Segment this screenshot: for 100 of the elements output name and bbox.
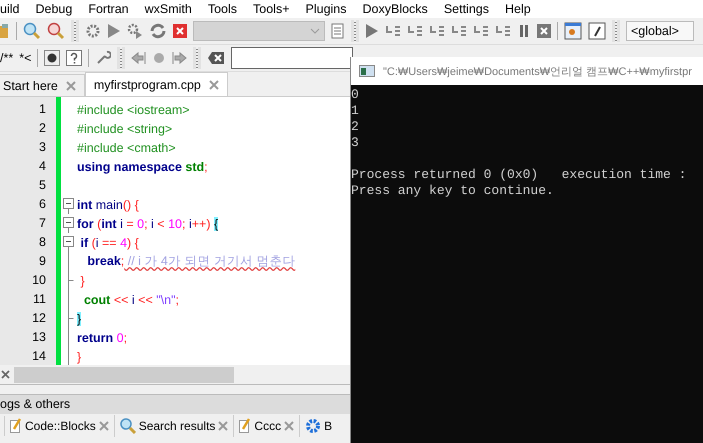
code-line: for (int i = 0; i < 10; i++) { [77,216,218,230]
toolbar-grip[interactable] [193,47,202,69]
console-output-line: 0 [351,87,360,103]
toolbar-grip[interactable] [117,47,126,69]
line-number: 4 [39,158,46,175]
wrench-icon[interactable] [95,50,112,66]
line-number: 7 [39,215,46,232]
step-icon[interactable] [385,23,401,39]
stop-icon[interactable] [537,24,551,38]
step-icon[interactable] [429,23,445,39]
close-icon[interactable] [208,80,219,90]
menu-item[interactable]: Fortran [88,2,129,16]
code-line: break; // i 가 4가 되면 거기서 멈춘다 [86,253,296,270]
code-line: return 0; [77,330,128,344]
step-icon[interactable] [495,23,511,39]
help-icon[interactable] [66,50,82,66]
window-icon[interactable] [564,22,582,40]
menu-item[interactable]: Plugins [306,2,347,16]
console-output-line: 1 [351,103,360,119]
line-number: 10 [32,272,46,289]
comment-button[interactable]: *< [19,51,32,65]
code-line: } [77,350,82,364]
menu-item[interactable]: Debug [35,2,72,16]
menu-item[interactable]: Tools [208,2,238,16]
refresh-icon[interactable] [149,23,167,39]
code-line: } [79,274,85,288]
clipboard-icon[interactable] [0,23,10,39]
toolbar-grip[interactable] [612,20,620,42]
console-app-icon [359,65,375,77]
step-icon[interactable] [451,23,467,39]
play-icon[interactable] [107,23,121,39]
editor-tab[interactable]: myfirstprogram.cpp [84,72,228,96]
code-line: if (i == 4) { [79,236,139,250]
gear-icon [305,418,322,434]
menu-item[interactable]: wxSmith [144,2,192,16]
search-field[interactable] [231,47,354,69]
code-line: using namespace std; [77,160,208,174]
code-line: int main() { [77,198,139,212]
line-number: 8 [39,234,46,251]
line-number: 14 [32,348,46,365]
code-line: cout << i << "\n"; [82,292,180,306]
pause-icon[interactable] [517,24,531,38]
panel-tab[interactable]: Search results [114,415,234,437]
panel-tab[interactable]: Code::Blocks [5,415,115,437]
step-icon[interactable] [407,23,423,39]
code-line: #include <iostream> [77,102,190,116]
line-number: 12 [32,310,46,327]
menu-item[interactable]: Settings [444,2,489,16]
chevron-down-icon [310,28,320,34]
scope-dropdown[interactable]: <global> [626,21,694,41]
panel-title: ogs & others [0,394,350,414]
line-number: 2 [39,120,46,137]
editor-tab[interactable]: Start here [0,74,85,96]
back-arrow-icon[interactable] [131,51,148,65]
window-title: "C:₩Users₩jeime₩Documents₩언리얼 캠프₩C++₩myfirstpr [383,64,692,78]
search-replace-icon[interactable] [47,22,65,40]
record-icon[interactable] [44,50,60,66]
search-icon[interactable] [23,22,41,40]
menu-item[interactable]: uild [0,2,20,16]
toolbar-grip[interactable] [351,20,359,42]
fold-marker-icon[interactable] [62,233,75,252]
close-icon[interactable] [284,421,294,431]
code-line: #include <string> [77,122,172,136]
document-icon[interactable] [331,23,345,39]
console-output-line: Process returned 0 (0x0) execution time : [351,167,688,183]
line-number: 9 [39,253,46,270]
gear-play-icon[interactable] [127,23,143,39]
comment-button[interactable]: /** [0,51,14,65]
dot-icon[interactable] [153,52,166,64]
line-number: 11 [33,291,46,308]
fold-marker-icon[interactable] [62,214,75,233]
line-number: 13 [32,329,46,346]
line-number: 6 [39,196,46,213]
console-output-line: Press any key to continue. [351,183,555,199]
menu-item[interactable]: Tools+ [253,2,290,16]
step-icon[interactable] [473,23,489,39]
clear-icon[interactable] [207,51,226,65]
forward-arrow-icon[interactable] [171,51,188,65]
console-output-line: 2 [351,119,360,135]
close-icon[interactable] [218,421,228,431]
close-icon[interactable] [1,370,10,379]
pencil-icon [239,418,252,434]
stop-icon[interactable] [173,24,187,38]
fold-marker-icon[interactable] [62,195,75,214]
close-icon[interactable] [66,80,76,90]
line-number: 5 [39,177,46,194]
panel-tab[interactable]: B [300,415,332,437]
window-icon[interactable] [588,22,606,40]
menu-item[interactable]: DoxyBlocks [362,2,428,16]
gear-icon[interactable] [85,23,101,39]
close-icon[interactable] [98,421,109,431]
line-number: 3 [39,139,46,156]
code-line: #include <cmath> [77,140,176,154]
play-icon[interactable] [365,23,379,39]
console-output-line: 3 [351,135,360,151]
toolbar-grip[interactable] [71,20,79,42]
line-number: 1 [39,101,46,118]
panel-tab[interactable]: Cccc [234,415,300,437]
menu-item[interactable]: Help [504,2,531,16]
pencil-icon [10,418,22,434]
